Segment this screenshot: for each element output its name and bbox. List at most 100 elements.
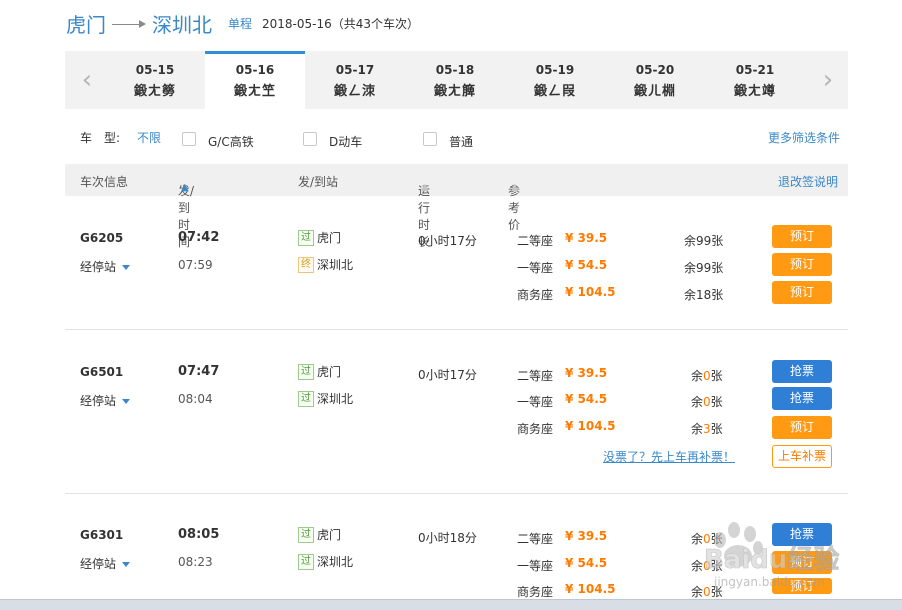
book-button[interactable]: 预订: [772, 578, 832, 594]
stops-label: 经停站: [80, 260, 117, 274]
col-train-info: 车次信息: [80, 175, 129, 189]
remaining-suffix: 张: [710, 559, 723, 573]
col-station: 发/到站: [298, 175, 339, 189]
seat-remaining: 余0张: [691, 367, 723, 384]
book-button[interactable]: 预订: [772, 551, 832, 574]
caret-down-icon: [122, 399, 131, 404]
filter-gc-checkbox[interactable]: G/C高铁: [182, 127, 254, 150]
seat-price: ¥ 104.5: [565, 285, 616, 299]
refund-rules-link[interactable]: 退改签说明: [778, 173, 838, 190]
date-tab-5[interactable]: 05-20 鍛ㄦ棩: [605, 51, 705, 109]
date-tab-6[interactable]: 05-21 鍛ㄤ竴: [705, 51, 805, 109]
remaining-prefix: 余: [691, 369, 704, 383]
seat-price: ¥ 54.5: [565, 258, 608, 272]
remaining-number: 3: [703, 422, 711, 436]
seat-price: ¥ 104.5: [565, 419, 616, 433]
seat-class: 一等座: [517, 261, 554, 275]
departure-time: 08:05: [178, 527, 220, 542]
no-ticket-link[interactable]: 没票了？先上车再补票！: [603, 448, 735, 465]
date-tab-date: 05-21: [735, 63, 775, 77]
date-tab-0[interactable]: 05-15 鍛ㄤ簩: [105, 51, 205, 109]
stops-label: 经停站: [80, 394, 117, 408]
grab-ticket-button[interactable]: 抢票: [772, 523, 832, 546]
checkbox-box[interactable]: [182, 131, 196, 146]
caret-down-icon: [122, 562, 131, 567]
more-filter-link[interactable]: 更多筛选条件: [768, 129, 840, 146]
from-city[interactable]: 虎门: [66, 9, 106, 38]
to-station: 终深圳北: [298, 256, 353, 273]
checkbox-label: 普通: [449, 135, 474, 149]
date-tab-week: 鍛ㄤ竴: [733, 84, 776, 99]
departure-time: 07:47: [178, 364, 220, 379]
date-tab-week: 鍛ㄤ笁: [233, 84, 276, 99]
date-tab-date: 05-15: [135, 63, 175, 77]
remaining-prefix: 余: [691, 422, 704, 436]
route-header: 虎门 深圳北 单程 2018-05-16（共43个车次）: [66, 8, 419, 38]
arrow-up-icon: ▲: [181, 182, 189, 193]
pass-tag: 过: [298, 526, 314, 543]
station-name: 虎门: [317, 231, 342, 245]
train-number[interactable]: G6301: [80, 528, 123, 542]
seat-remaining: 余0张: [691, 393, 723, 410]
remaining-number: 0: [703, 585, 711, 599]
date-tab-3[interactable]: 05-18 鍛ㄤ簲: [405, 51, 505, 109]
book-button[interactable]: 预订: [772, 225, 832, 248]
to-city[interactable]: 深圳北: [152, 9, 212, 38]
remaining-suffix: 张: [710, 395, 723, 409]
from-station: 过虎门: [298, 229, 341, 246]
seat-class: 二等座: [517, 532, 554, 546]
board-supplement-button[interactable]: 上车补票: [772, 445, 832, 468]
arrow-up-gray-icon: ▲: [511, 182, 519, 193]
remaining-suffix: 张: [710, 532, 723, 546]
remaining-number: 0: [703, 532, 711, 546]
seat-remaining: 余3张: [691, 420, 723, 437]
date-tab-week: 鍛ㄥ叚: [533, 84, 576, 99]
filter-value[interactable]: 不限: [137, 129, 161, 146]
seat-remaining: 余99张: [684, 234, 724, 248]
checkbox-box[interactable]: [303, 131, 317, 146]
seat-remaining: 余0张: [691, 583, 723, 600]
stops-toggle[interactable]: 经停站: [80, 258, 131, 275]
chevron-left-icon[interactable]: ‹: [77, 67, 97, 93]
chevron-right-icon[interactable]: ›: [818, 67, 838, 93]
stops-toggle[interactable]: 经停站: [80, 555, 131, 572]
seat-class: 一等座: [517, 395, 554, 409]
seat-remaining: 余99张: [684, 261, 724, 275]
seat-price: ¥ 39.5: [565, 231, 608, 245]
checkbox-box[interactable]: [423, 131, 437, 146]
grab-ticket-button[interactable]: 抢票: [772, 360, 832, 383]
filter-normal-checkbox[interactable]: 普通: [423, 127, 473, 150]
grab-ticket-button[interactable]: 抢票: [772, 387, 832, 410]
date-tab-2[interactable]: 05-17 鍛ㄥ洓: [305, 51, 405, 109]
remaining-number: 0: [703, 369, 711, 383]
date-tab-week: 鍛ㄤ簲: [433, 84, 476, 99]
pass-tag: 过: [298, 390, 314, 407]
train-number[interactable]: G6205: [80, 231, 123, 245]
browser-bottom-bar: [0, 599, 902, 610]
arrow-up-gray-icon: ▲: [421, 182, 429, 193]
book-button[interactable]: 预订: [772, 416, 832, 439]
train-number[interactable]: G6501: [80, 365, 123, 379]
stops-label: 经停站: [80, 557, 117, 571]
date-bar: ‹ 05-15 鍛ㄤ簩 05-16 鍛ㄤ笁 05-17 鍛ㄥ洓 05-18 鍛ㄤ…: [65, 51, 848, 110]
remaining-suffix: 张: [710, 585, 723, 599]
date-tab-week: 鍛ㄥ洓: [333, 84, 376, 99]
from-station: 过虎门: [298, 526, 341, 543]
arrival-time: 08:23: [178, 555, 213, 569]
remaining-prefix: 余: [691, 559, 704, 573]
date-tab-date: 05-18: [435, 63, 475, 77]
book-button[interactable]: 预订: [772, 281, 832, 304]
station-name: 虎门: [317, 528, 342, 542]
seat-remaining: 余0张: [691, 557, 723, 574]
departure-time: 07:42: [178, 230, 220, 245]
station-name: 深圳北: [317, 555, 354, 569]
date-tab-4[interactable]: 05-19 鍛ㄥ叚: [505, 51, 605, 109]
book-button[interactable]: 预订: [772, 253, 832, 276]
date-tab-1[interactable]: 05-16 鍛ㄤ笁: [205, 51, 305, 110]
stops-toggle[interactable]: 经停站: [80, 392, 131, 409]
duration: 0小时17分: [418, 368, 477, 382]
station-name: 虎门: [317, 365, 342, 379]
checkbox-label: G/C高铁: [208, 135, 254, 149]
seat-price: ¥ 39.5: [565, 529, 608, 543]
filter-d-checkbox[interactable]: D动车: [303, 127, 362, 150]
